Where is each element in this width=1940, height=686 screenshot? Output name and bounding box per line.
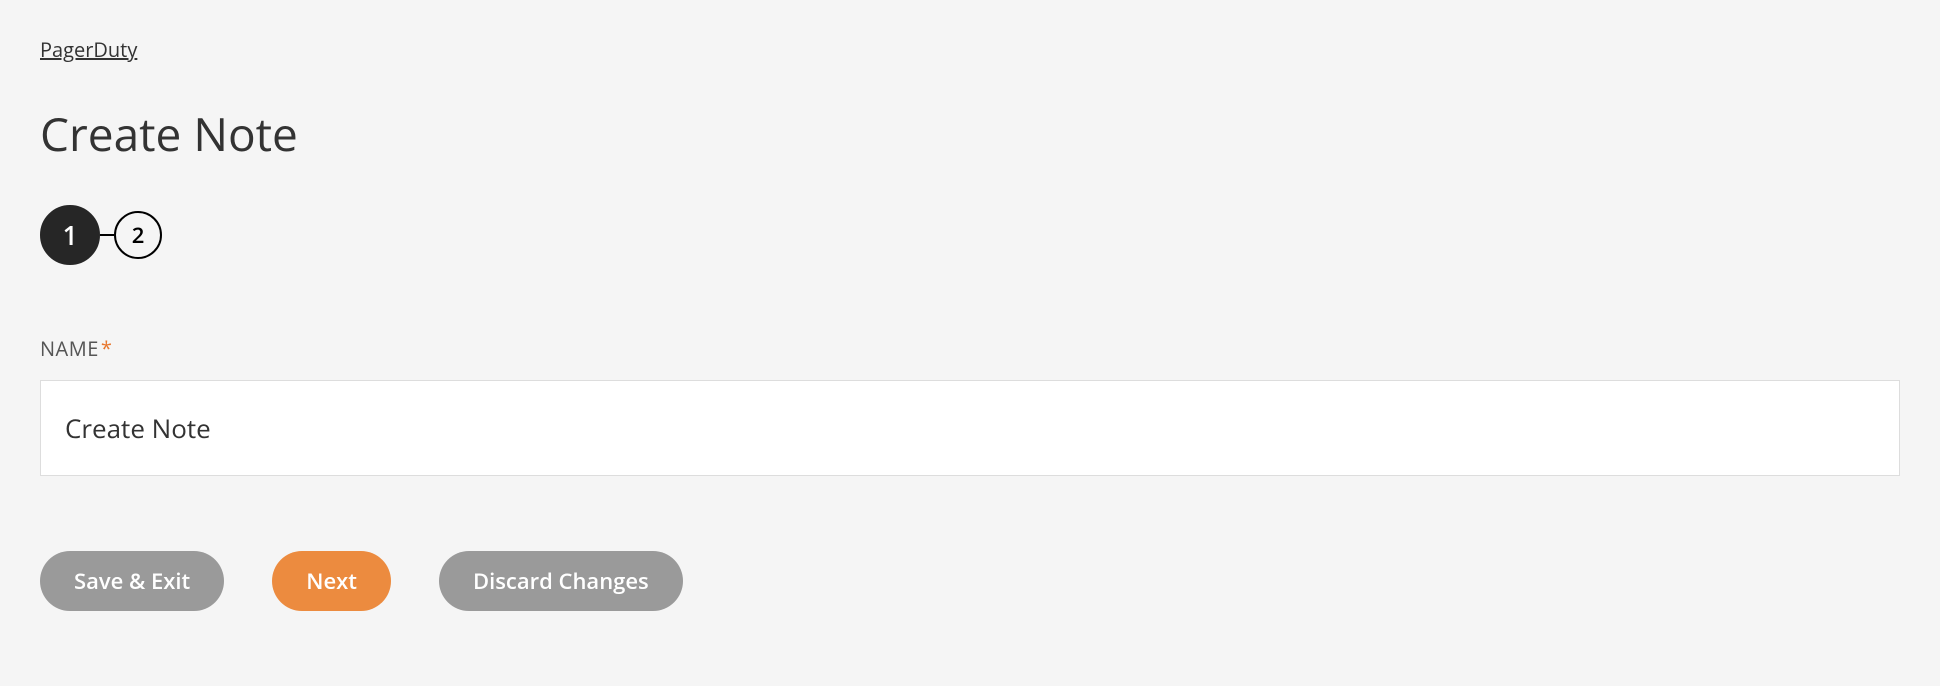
name-label-text: NAME [40,335,99,362]
page-title: Create Note [40,103,1900,165]
next-button[interactable]: Next [272,551,391,611]
step-indicator: 1 2 [40,205,1900,265]
name-input[interactable] [40,380,1900,476]
name-field-label: NAME* [40,335,1900,362]
discard-changes-button[interactable]: Discard Changes [439,551,683,611]
step-connector [100,234,114,236]
required-asterisk: * [101,335,113,362]
save-exit-button[interactable]: Save & Exit [40,551,224,611]
breadcrumb-parent-link[interactable]: PagerDuty [40,36,137,63]
step-2[interactable]: 2 [114,211,162,259]
action-buttons: Save & Exit Next Discard Changes [40,551,1900,611]
breadcrumb: PagerDuty [40,36,1900,63]
step-1[interactable]: 1 [40,205,100,265]
